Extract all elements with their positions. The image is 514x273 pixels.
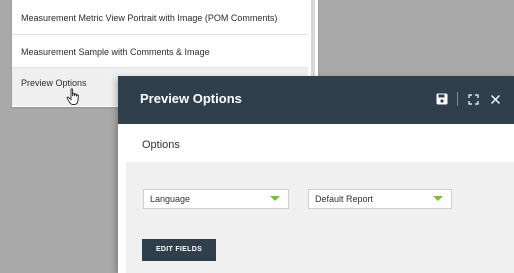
report-select-value: Default Report: [315, 194, 374, 204]
options-label: Options: [142, 139, 180, 151]
edit-fields-button[interactable]: EDIT FIELDS: [142, 239, 216, 261]
preview-options-modal: Preview Options Options Language Default…: [118, 76, 514, 273]
close-icon[interactable]: [488, 92, 502, 106]
report-item[interactable]: Measurement Metric View Portrait with Im…: [12, 9, 308, 27]
language-select[interactable]: Language: [143, 189, 289, 209]
modal-title: Preview Options: [140, 91, 242, 106]
report-item-label: Measurement Metric View Portrait with Im…: [21, 13, 278, 23]
header-actions: [435, 91, 502, 107]
options-section-header: Options: [126, 129, 514, 162]
save-icon[interactable]: [435, 92, 449, 106]
modal-header: Preview Options: [118, 76, 514, 124]
divider: [12, 34, 308, 35]
language-select-value: Language: [150, 194, 191, 204]
header-separator: [457, 92, 458, 106]
chevron-down-icon: [270, 196, 280, 201]
report-item-label: Preview Options: [21, 78, 87, 88]
report-item[interactable]: Measurement Sample with Comments & Image: [12, 43, 308, 61]
chevron-down-icon: [433, 196, 443, 201]
hand-cursor-icon: [66, 88, 82, 106]
report-item-label: Measurement Sample with Comments & Image: [21, 47, 210, 57]
report-select[interactable]: Default Report: [308, 189, 452, 209]
modal-body: Options Language Default Report EDIT FIE…: [126, 129, 514, 273]
expand-icon[interactable]: [466, 92, 480, 106]
